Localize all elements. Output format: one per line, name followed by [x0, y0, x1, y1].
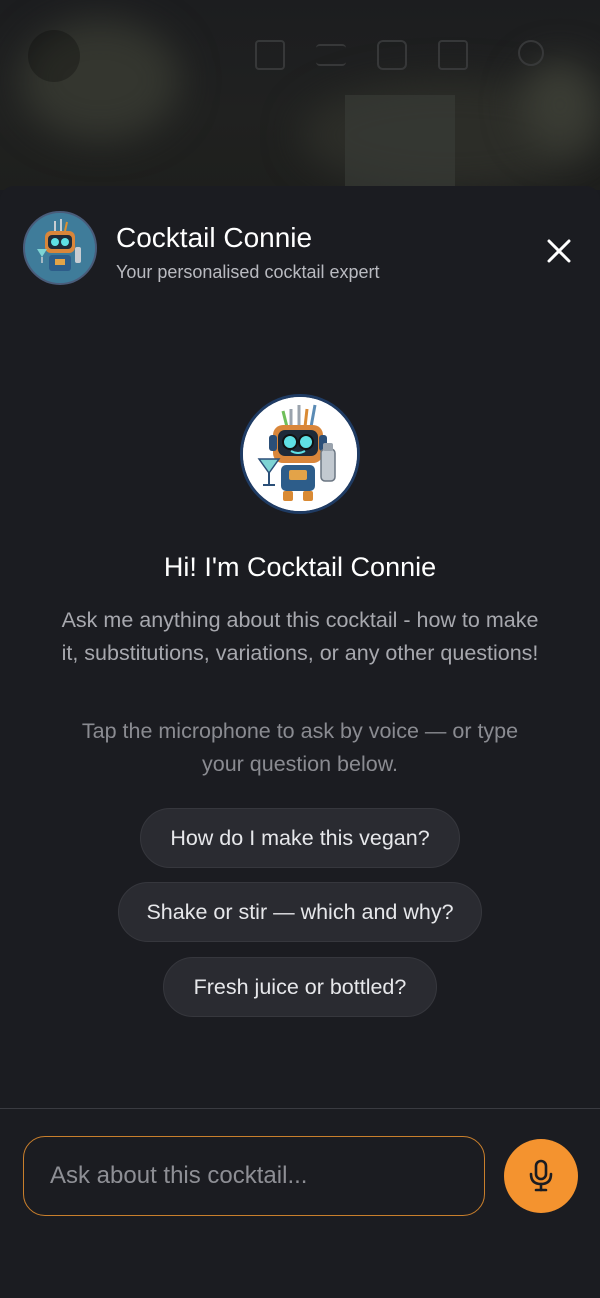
message-input[interactable] — [50, 1162, 458, 1190]
avatar — [23, 211, 97, 285]
microphone-icon — [529, 1159, 553, 1192]
print-icon — [377, 40, 407, 70]
microphone-button[interactable] — [504, 1139, 578, 1213]
background-image-card — [345, 95, 455, 190]
greeting-heading: Hi! I'm Cocktail Connie — [163, 552, 437, 582]
copy-icon — [438, 40, 468, 70]
message-input-container[interactable] — [23, 1136, 485, 1216]
close-button[interactable] — [538, 230, 580, 272]
edit-icon — [255, 40, 285, 70]
composer-divider — [0, 1108, 600, 1109]
background-toolbar — [0, 30, 600, 82]
chat-sheet: Cocktail Connie Your personalised cockta… — [0, 186, 600, 1298]
chat-header: Cocktail Connie Your personalised cockta… — [0, 186, 600, 306]
assistant-avatar — [240, 394, 360, 514]
search-icon — [518, 40, 544, 66]
suggestion-chip[interactable]: How do I make this vegan? — [140, 808, 460, 868]
robot-bartender-icon — [243, 397, 357, 511]
close-icon — [547, 239, 571, 263]
list-icon — [316, 44, 346, 66]
voice-hint-text: Tap the microphone to ask by voice — or … — [81, 719, 519, 776]
background-page — [0, 0, 600, 190]
intro-text: Ask me anything about this cocktail - ho… — [61, 608, 539, 665]
suggestion-chip[interactable]: Shake or stir — which and why? — [118, 882, 482, 942]
suggestion-chip[interactable]: Fresh juice or bottled? — [163, 957, 437, 1017]
chat-title: Cocktail Connie — [116, 222, 313, 253]
robot-avatar-icon — [25, 213, 95, 283]
back-button-dimmed — [28, 30, 80, 82]
chat-subtitle: Your personalised cocktail expert — [116, 262, 380, 282]
